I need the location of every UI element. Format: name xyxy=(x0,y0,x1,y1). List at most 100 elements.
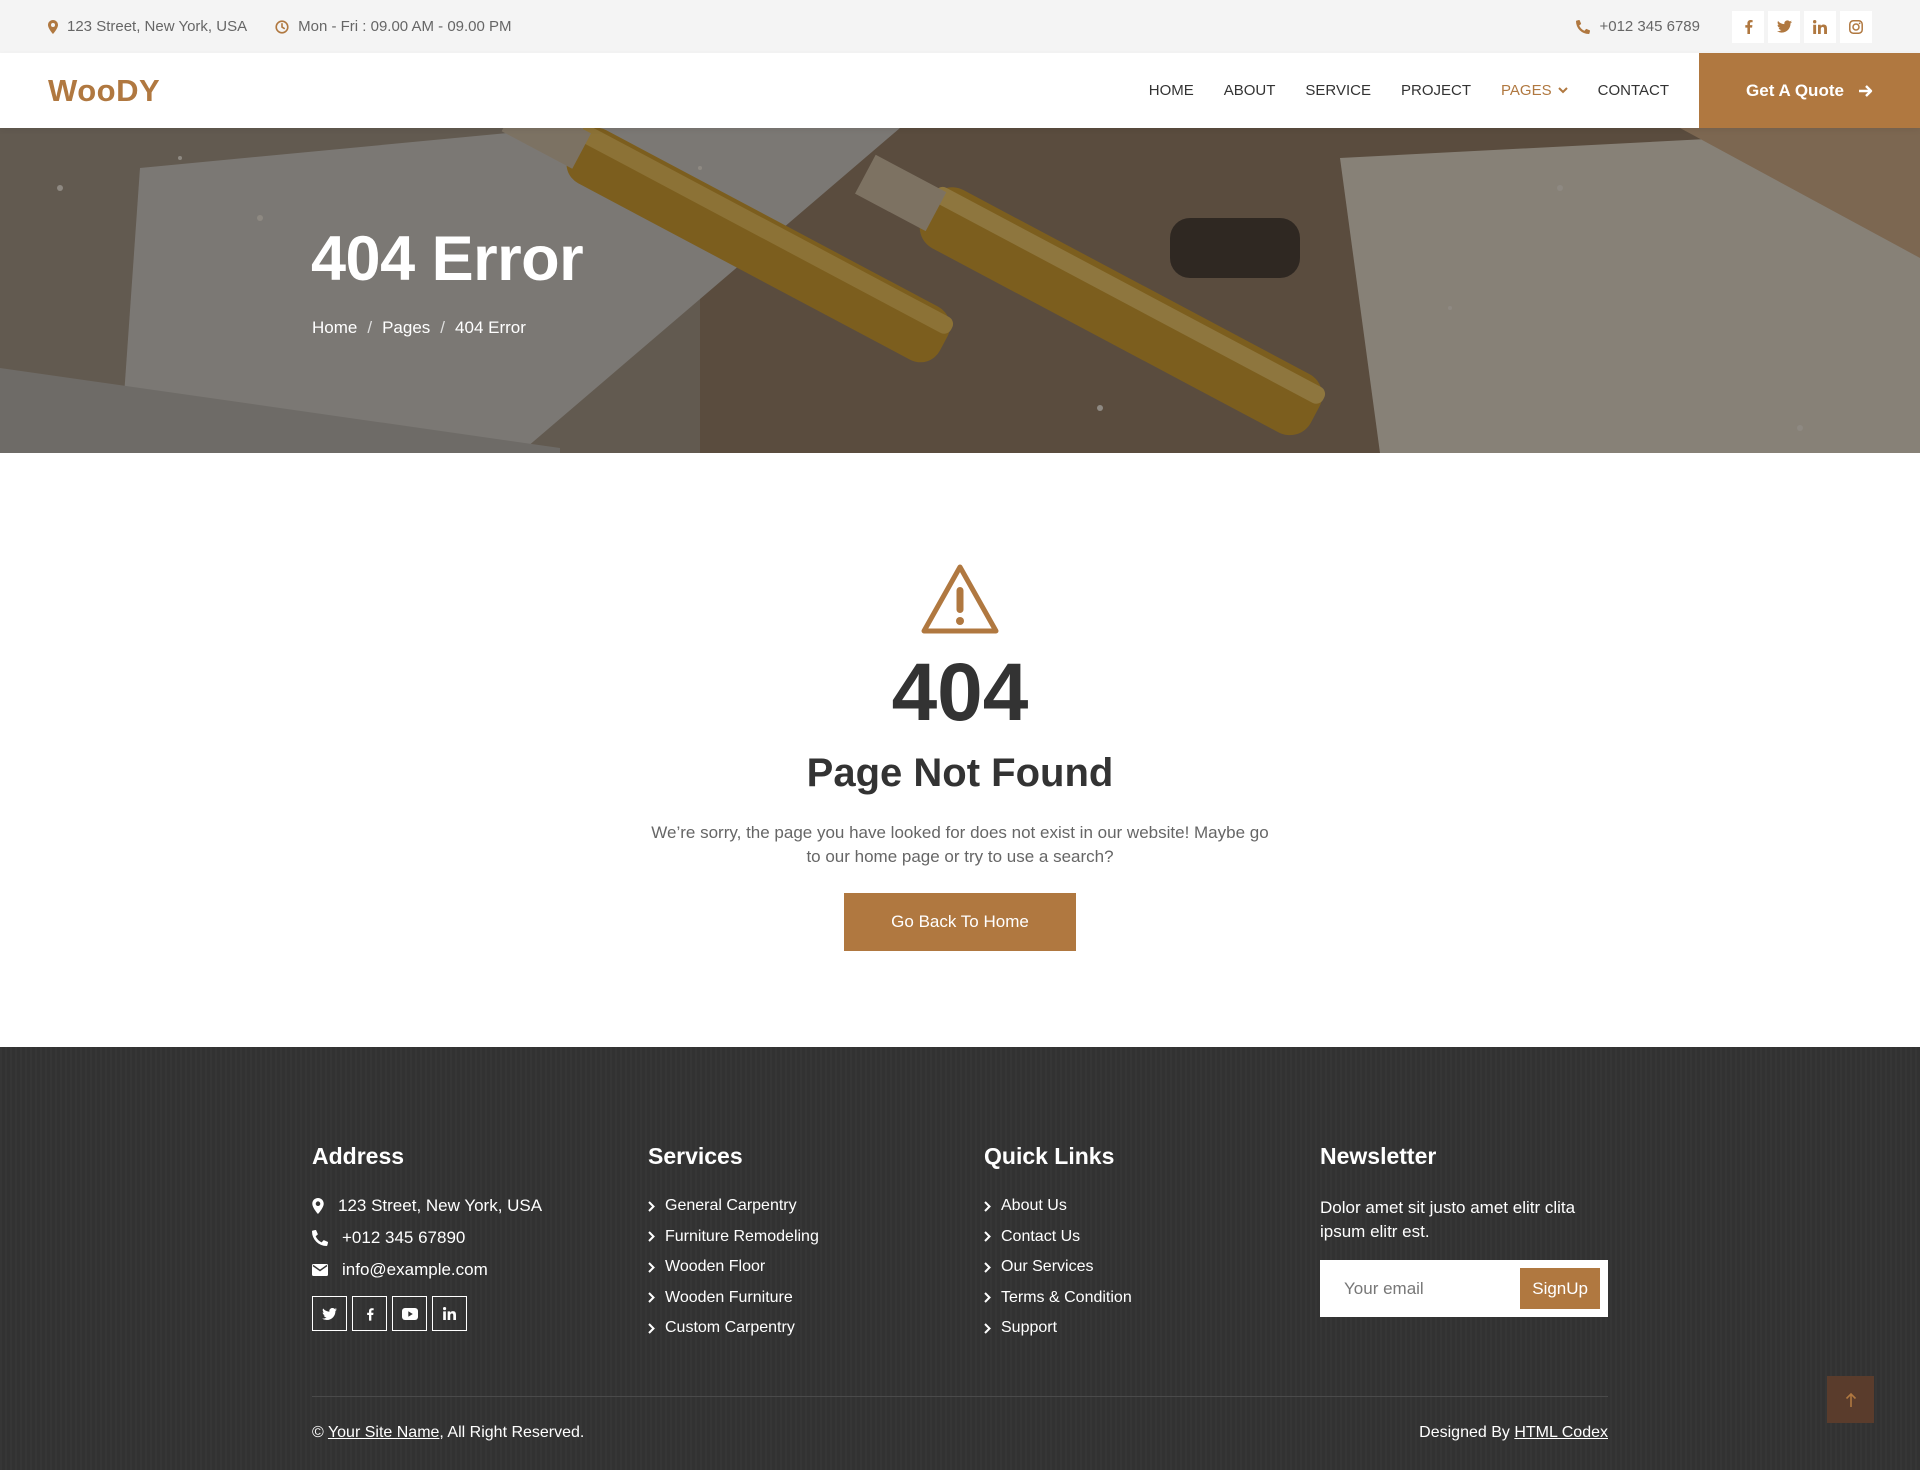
twitter-link[interactable] xyxy=(1768,10,1800,43)
phone-icon xyxy=(1576,19,1591,34)
linkedin-icon xyxy=(443,1307,456,1320)
footer-address: Address 123 Street, New York, USA +012 3… xyxy=(312,1143,542,1331)
topbar: 123 Street, New York, USA Mon - Fri : 09… xyxy=(0,0,1920,53)
back-to-top-button[interactable] xyxy=(1827,1376,1874,1423)
breadcrumb-home[interactable]: Home xyxy=(312,318,357,338)
site-name-link[interactable]: Your Site Name xyxy=(328,1424,439,1441)
footer-linkedin-link[interactable] xyxy=(432,1296,467,1331)
arrow-right-icon xyxy=(1858,84,1873,97)
footer-youtube-link[interactable] xyxy=(392,1296,427,1331)
chevron-right-icon xyxy=(984,1322,991,1334)
nav-home[interactable]: HOME xyxy=(1149,82,1194,99)
footer-quick-links-heading: Quick Links xyxy=(984,1143,1115,1169)
footer-service-link[interactable]: Custom Carpentry xyxy=(648,1318,819,1338)
topbar-phone: +012 345 6789 xyxy=(1576,18,1700,35)
breadcrumb-separator: / xyxy=(367,318,373,337)
error-section: 404 Page Not Found We’re sorry, the page… xyxy=(0,453,1920,1047)
footer-quick-link[interactable]: Contact Us xyxy=(984,1227,1132,1247)
breadcrumb-pages[interactable]: Pages xyxy=(382,318,430,338)
main-menu: HOME ABOUT SERVICE PROJECT PAGES CONTACT… xyxy=(1149,53,1920,128)
page-title: 404 Error xyxy=(311,224,584,294)
footer-twitter-link[interactable] xyxy=(312,1296,347,1331)
linkedin-link[interactable] xyxy=(1804,10,1836,43)
chevron-right-icon xyxy=(984,1231,991,1242)
footer-quick-link[interactable]: Support xyxy=(984,1318,1132,1338)
nav-project[interactable]: PROJECT xyxy=(1401,82,1471,99)
chevron-down-icon xyxy=(1557,87,1568,94)
instagram-link[interactable] xyxy=(1840,10,1872,43)
brand-logo[interactable]: WooDY xyxy=(48,73,160,109)
error-code: 404 xyxy=(891,647,1029,738)
topbar-phone-text: +012 345 6789 xyxy=(1599,18,1700,35)
topbar-right: +012 345 6789 xyxy=(1576,10,1872,43)
footer-address-heading: Address xyxy=(312,1143,405,1169)
hero-overlay xyxy=(0,128,1920,453)
chevron-right-icon xyxy=(648,1261,655,1273)
footer-social xyxy=(312,1296,542,1331)
designer-link[interactable]: HTML Codex xyxy=(1514,1424,1608,1441)
footer-quick-link-label: Contact Us xyxy=(1001,1227,1081,1245)
footer-street-text: 123 Street, New York, USA xyxy=(338,1196,543,1215)
footer-quick-link-label: Support xyxy=(1001,1319,1058,1336)
nav-service[interactable]: SERVICE xyxy=(1305,82,1371,99)
designer-credit: Designed By HTML Codex xyxy=(1419,1424,1608,1442)
facebook-icon xyxy=(1744,19,1753,34)
footer-quick-link-label: About Us xyxy=(1001,1197,1067,1214)
nav-pages[interactable]: PAGES xyxy=(1501,82,1568,99)
error-heading: Page Not Found xyxy=(806,751,1114,795)
footer-service-link[interactable]: Wooden Furniture xyxy=(648,1288,819,1308)
facebook-icon xyxy=(366,1307,374,1321)
footer-newsletter-heading: Newsletter xyxy=(1320,1143,1437,1169)
facebook-link[interactable] xyxy=(1732,10,1764,43)
nav-contact[interactable]: CONTACT xyxy=(1598,82,1669,99)
newsletter-signup-button[interactable]: SignUp xyxy=(1520,1268,1600,1309)
topbar-address-text: 123 Street, New York, USA xyxy=(67,18,248,35)
clock-icon xyxy=(275,19,289,34)
page-header: 404 Error Home / Pages / 404 Error xyxy=(0,128,1920,453)
breadcrumb: Home / Pages / 404 Error xyxy=(312,318,526,338)
go-home-button[interactable]: Go Back To Home xyxy=(844,893,1076,951)
chevron-right-icon xyxy=(984,1292,991,1303)
footer-quick-link[interactable]: Terms & Condition xyxy=(984,1288,1132,1308)
arrow-up-icon xyxy=(1845,1392,1856,1407)
twitter-icon xyxy=(322,1307,337,1320)
topbar-address: 123 Street, New York, USA xyxy=(48,18,247,35)
footer-service-link[interactable]: Wooden Floor xyxy=(648,1257,819,1277)
error-message: We’re sorry, the page you have looked fo… xyxy=(651,823,1269,866)
warning-icon xyxy=(921,564,999,634)
footer-quick-link[interactable]: Our Services xyxy=(984,1257,1132,1277)
instagram-icon xyxy=(1849,19,1863,34)
footer-newsletter-text: Dolor amet sit justo amet elitr clita ip… xyxy=(1320,1198,1576,1241)
footer-service-link[interactable]: Furniture Remodeling xyxy=(648,1227,819,1247)
footer-newsletter: Newsletter Dolor amet sit justo amet eli… xyxy=(1320,1143,1610,1317)
footer-services-heading: Services xyxy=(648,1143,743,1169)
footer: Address 123 Street, New York, USA +012 3… xyxy=(0,1047,1920,1470)
linkedin-icon xyxy=(1813,19,1827,34)
newsletter-email-input[interactable]: Your email xyxy=(1344,1279,1520,1299)
footer-service-label: Furniture Remodeling xyxy=(665,1227,819,1245)
newsletter-form: Your email SignUp xyxy=(1320,1260,1608,1317)
breadcrumb-separator: / xyxy=(440,318,446,337)
map-marker-icon xyxy=(312,1198,324,1214)
footer-quick-link-label: Our Services xyxy=(1001,1258,1094,1275)
footer-street: 123 Street, New York, USA xyxy=(312,1196,542,1216)
footer-quick-link-label: Terms & Condition xyxy=(1001,1288,1132,1306)
youtube-icon xyxy=(401,1307,418,1320)
breadcrumb-current: 404 Error xyxy=(455,318,526,337)
designed-by-text: Designed By xyxy=(1419,1424,1510,1441)
chevron-right-icon xyxy=(984,1261,991,1273)
get-quote-button[interactable]: Get A Quote xyxy=(1699,53,1920,128)
footer-facebook-link[interactable] xyxy=(352,1296,387,1331)
footer-quick-link[interactable]: About Us xyxy=(984,1196,1132,1216)
footer-divider xyxy=(312,1396,1608,1397)
chevron-right-icon xyxy=(648,1231,655,1242)
footer-phone: +012 345 67890 xyxy=(312,1228,542,1248)
map-marker-icon xyxy=(48,19,58,34)
topbar-hours-text: Mon - Fri : 09.00 AM - 09.00 PM xyxy=(298,18,512,35)
get-quote-label: Get A Quote xyxy=(1746,80,1844,100)
footer-email: info@example.com xyxy=(312,1260,542,1280)
nav-about[interactable]: ABOUT xyxy=(1224,82,1276,99)
footer-service-link[interactable]: General Carpentry xyxy=(648,1196,819,1216)
topbar-hours: Mon - Fri : 09.00 AM - 09.00 PM xyxy=(275,18,512,35)
envelope-icon xyxy=(312,1264,328,1276)
